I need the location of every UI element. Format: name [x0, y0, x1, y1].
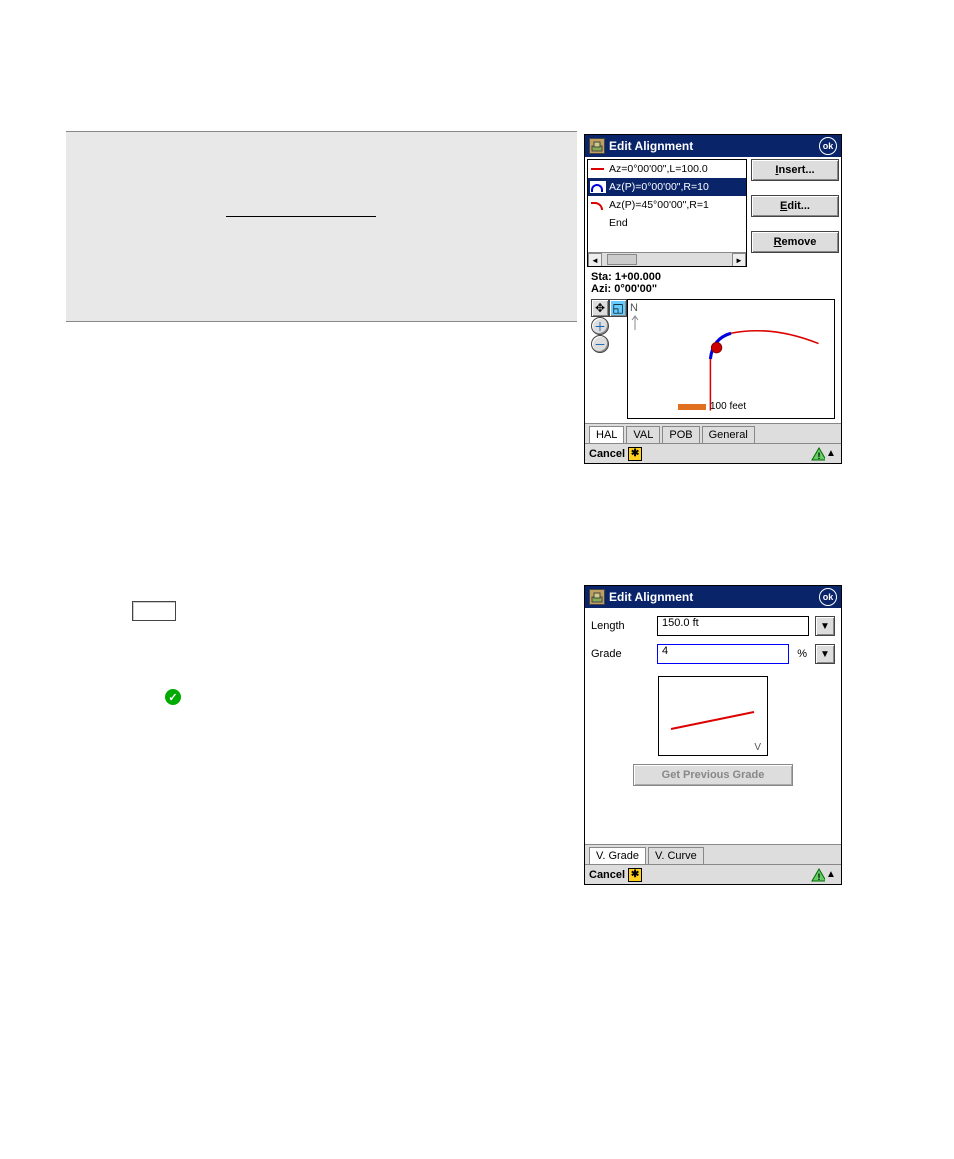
get-previous-grade-button: Get Previous Grade: [633, 764, 793, 786]
remove-button[interactable]: Remove: [751, 231, 839, 253]
doc-small-button[interactable]: [132, 601, 176, 621]
station-info: Sta: 1+00.000 Azi: 0°00'00": [585, 269, 841, 297]
bottom-bar: Cancel ✱ ! ▲: [585, 864, 841, 884]
doc-thin-line: [226, 216, 376, 217]
zoom-in-button[interactable]: ＋: [591, 317, 609, 335]
warning-icon[interactable]: !: [811, 868, 825, 882]
grade-input[interactable]: 4: [657, 644, 789, 664]
scale-bar: 100 feet: [678, 401, 746, 412]
azi-label: Azi: 0°00'00": [591, 283, 835, 295]
horizontal-scrollbar[interactable]: ◄ ►: [588, 252, 746, 266]
cancel-button[interactable]: Cancel: [589, 869, 625, 881]
arc-segment-icon: [590, 181, 606, 193]
blank-icon: [590, 217, 606, 229]
scroll-left-arrow[interactable]: ◄: [588, 253, 602, 267]
app-icon: [589, 589, 605, 605]
ok-button[interactable]: ok: [819, 137, 837, 155]
titlebar: Edit Alignment ok: [585, 586, 841, 608]
segment-text: Az(P)=45°00'00",R=1: [609, 199, 709, 211]
app-icon: [589, 138, 605, 154]
edit-button[interactable]: Edit...: [751, 195, 839, 217]
zoom-extents-button[interactable]: ✥: [591, 299, 609, 317]
segment-row-0[interactable]: Az=0°00'00",L=100.0: [588, 160, 746, 178]
v-axis-label: V: [754, 742, 761, 753]
segment-row-1[interactable]: Az(P)=0°00'00",R=10: [588, 178, 746, 196]
menu-up-arrow[interactable]: ▲: [825, 448, 837, 459]
segment-text: End: [609, 217, 628, 229]
status-indicator-icon[interactable]: ✱: [628, 868, 642, 882]
green-check-icon: ✓: [165, 689, 181, 705]
doc-gray-block: [66, 131, 577, 322]
menu-up-arrow[interactable]: ▲: [825, 869, 837, 880]
cancel-button[interactable]: Cancel: [589, 448, 625, 460]
grade-preview: V: [658, 676, 768, 756]
device-edit-alignment-hal: Edit Alignment ok Az=0°00'00",L=100.0 Az…: [584, 134, 842, 464]
status-indicator-icon[interactable]: ✱: [628, 447, 642, 461]
tab-general[interactable]: General: [702, 426, 755, 443]
alignment-preview[interactable]: N 100 feet: [627, 299, 835, 419]
tab-hal[interactable]: HAL: [589, 426, 624, 443]
insert-button[interactable]: Insert...: [751, 159, 839, 181]
svg-text:!: !: [818, 872, 821, 882]
segment-row-2[interactable]: Az(P)=45°00'00",R=1: [588, 196, 746, 214]
north-indicator: N: [630, 302, 640, 335]
grade-unit-dropdown[interactable]: ▼: [815, 644, 835, 664]
line-segment-icon: [590, 163, 606, 175]
length-unit-dropdown[interactable]: ▼: [815, 616, 835, 636]
tab-strip: HAL VAL POB General: [585, 423, 841, 443]
svg-text:!: !: [818, 451, 821, 461]
preview-toolbar: ✥ ◱ ＋ －: [591, 299, 627, 419]
segment-row-end[interactable]: End: [588, 214, 746, 232]
bottom-bar: Cancel ✱ ! ▲: [585, 443, 841, 463]
tab-v-curve[interactable]: V. Curve: [648, 847, 704, 864]
grade-unit-label: %: [795, 648, 809, 660]
segment-text: Az(P)=0°00'00",R=10: [609, 181, 709, 193]
length-input[interactable]: 150.0 ft: [657, 616, 809, 636]
scroll-right-arrow[interactable]: ►: [732, 253, 746, 267]
scroll-thumb[interactable]: [607, 254, 637, 265]
zoom-window-button[interactable]: ◱: [609, 299, 627, 317]
device-edit-alignment-vgrade: Edit Alignment ok Length 150.0 ft ▼ Grad…: [584, 585, 842, 885]
tab-v-grade[interactable]: V. Grade: [589, 847, 646, 864]
sta-label: Sta: 1+00.000: [591, 271, 835, 283]
titlebar: Edit Alignment ok: [585, 135, 841, 157]
zoom-out-button[interactable]: －: [591, 335, 609, 353]
tab-pob[interactable]: POB: [662, 426, 699, 443]
warning-icon[interactable]: !: [811, 447, 825, 461]
scroll-track[interactable]: [602, 253, 732, 266]
ok-button[interactable]: ok: [819, 588, 837, 606]
grade-label: Grade: [591, 648, 651, 660]
title-text: Edit Alignment: [609, 590, 819, 604]
segment-list[interactable]: Az=0°00'00",L=100.0 Az(P)=0°00'00",R=10 …: [587, 159, 747, 267]
length-label: Length: [591, 620, 651, 632]
segment-text: Az=0°00'00",L=100.0: [609, 163, 708, 175]
scale-text: 100 feet: [710, 401, 746, 412]
curve-segment-icon: [590, 199, 606, 211]
tab-val[interactable]: VAL: [626, 426, 660, 443]
title-text: Edit Alignment: [609, 139, 819, 153]
tab-strip: V. Grade V. Curve: [585, 844, 841, 864]
